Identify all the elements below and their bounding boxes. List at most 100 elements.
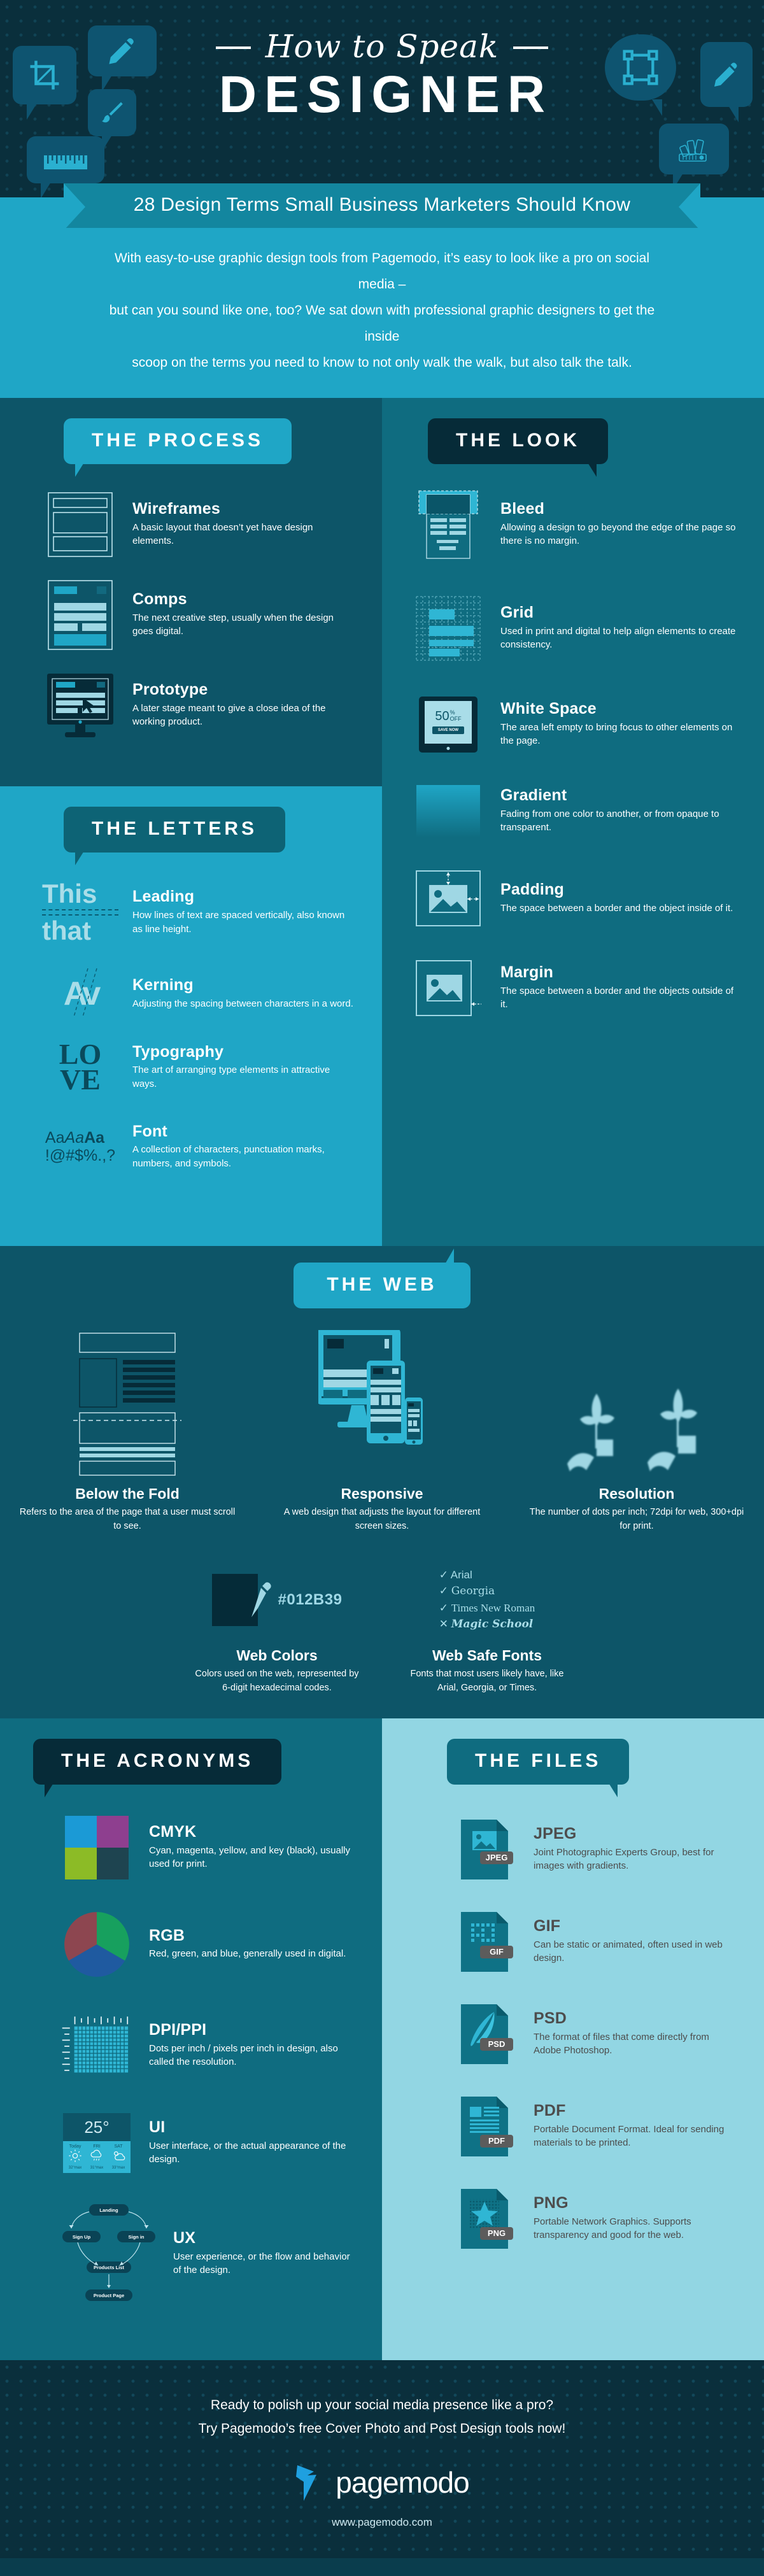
term-desc: Portable Document Format. Ideal for send… (534, 2123, 725, 2149)
infographic-page: How to Speak DESIGNER 28 Design Terms Sm… (0, 0, 764, 2559)
term-desc: Dots per inch / pixels per inch in desig… (149, 2042, 338, 2068)
ruler-icon (27, 136, 104, 197)
tablet-whitespace-icon: 50 % OFF SAVE NOW (413, 696, 484, 753)
file-badge: PSD (488, 2039, 506, 2049)
whitespace-off: OFF (449, 716, 462, 723)
term-desc: Portable Network Graphics. Supports tran… (534, 2216, 691, 2241)
term-text: PNG Portable Network Graphics. Supports … (534, 2195, 739, 2242)
term-name: Leading (132, 888, 195, 906)
font-name: Times New Roman (451, 1601, 535, 1614)
section-files: THE FILES JPEG JPEG Joint Photographic E… (382, 1718, 764, 2360)
footer: Ready to polish up your social media pre… (0, 2360, 764, 2559)
look-term-list: Bleed Allowing a design to go beyond the… (382, 469, 764, 1047)
term-text: Font A collection of characters, punctua… (132, 1122, 357, 1171)
script-title-wrapper: How to Speak (215, 28, 549, 65)
check-icon: ✓ (439, 1585, 448, 1597)
term-row: Grid Used in print and digital to help a… (382, 572, 764, 675)
term-text: Margin The space between a border and th… (500, 964, 739, 1012)
weather-high: 33°max (111, 2165, 125, 2170)
term-row: RGB Red, green, and blue, generally used… (0, 1890, 382, 1989)
kerning-icon: Av (45, 968, 116, 1017)
margin-image-icon (413, 959, 484, 1017)
love-typography-icon: LO VE (45, 1039, 116, 1094)
subtitle-ribbon: 28 Design Terms Small Business Marketers… (64, 183, 700, 230)
cmyk-yellow-swatch (65, 1847, 97, 1879)
title-rule-right (513, 46, 549, 49)
term-row: PDF PDF Portable Document Format. Ideal … (382, 2076, 764, 2169)
web-safe-font-list: ✓ Arial ✓ Georgia ✓ Times New Roman ✕ Ma… (439, 1567, 535, 1633)
term-desc: The art of arranging type elements in at… (132, 1065, 330, 1090)
term-desc: Allowing a design to go beyond the edge … (500, 521, 736, 547)
term-row: Bleed Allowing a design to go beyond the… (382, 477, 764, 572)
term-name: Resolution (598, 1485, 675, 1502)
section-title-acronyms: THE ACRONYMS (61, 1750, 254, 1771)
jpeg-file-icon: JPEG (458, 1818, 517, 1881)
cmyk-key-swatch (97, 1847, 129, 1879)
intro-line-2: but can you sound like one, too? We sat … (109, 302, 655, 344)
file-badge: JPEG (486, 1853, 508, 1862)
term-name: White Space (500, 700, 597, 718)
section-header-web: THE WEB (294, 1248, 470, 1308)
footer-cta-line-1: Ready to polish up your social media pre… (210, 2397, 554, 2412)
font-list-item: ✕ Magic School (439, 1616, 535, 1633)
cmyk-magenta-swatch (97, 1815, 129, 1848)
term-cell: ✓ Arial ✓ Georgia ✓ Times New Roman ✕ Ma… (382, 1562, 592, 1695)
term-row: 50 % OFF SAVE NOW White Space The area l… (382, 675, 764, 763)
section-header-process: THE PROCESS (64, 418, 292, 477)
term-name: Bleed (500, 500, 545, 518)
term-name: GIF (534, 1917, 561, 1936)
check-icon: ✓ (439, 1601, 448, 1614)
section-letters: THE LETTERS This that Leading How lines … (0, 786, 382, 1246)
png-file-icon: PNG (458, 2188, 517, 2250)
weather-widget-icon: 25° Today 32°max FRI 31°max SAT 33°max (61, 2112, 132, 2173)
flow-node-label: Sign Up (73, 2234, 91, 2240)
term-row: 25° Today 32°max FRI 31°max SAT 33°max U… (0, 2091, 382, 2184)
term-row: Gradient Fading from one color to anothe… (382, 763, 764, 848)
term-name: UX (173, 2229, 196, 2247)
color-swatch-fan-icon (659, 124, 729, 190)
term-name: Padding (500, 881, 565, 899)
term-desc: A web design that adjusts the layout for… (283, 1506, 481, 1532)
term-text: Gradient Fading from one color to anothe… (500, 787, 739, 835)
term-row: PSD PSD The format of files that come di… (382, 1984, 764, 2076)
section-header-letters: THE LETTERS (64, 806, 286, 865)
section-header-acronyms: THE ACRONYMS (33, 1738, 282, 1797)
term-row: CMYK Cyan, magenta, yellow, and key (bla… (0, 1805, 382, 1890)
cross-icon: ✕ (439, 1618, 448, 1631)
footer-url[interactable]: www.pagemodo.com (0, 2516, 764, 2529)
term-desc: Fading from one color to another, or fro… (500, 808, 719, 833)
section-web: THE WEB Below the Fold Refers to the are… (0, 1245, 764, 1718)
term-desc: The space between a border and the objec… (500, 985, 734, 1010)
term-name: CMYK (149, 1823, 197, 1841)
term-name: Comps (132, 590, 187, 609)
pdf-file-icon: PDF (458, 2095, 517, 2158)
term-cell: Below the Fold Refers to the area of the… (0, 1330, 255, 1534)
font-name: Georgia (451, 1585, 495, 1598)
section-title-web: THE WEB (327, 1273, 437, 1295)
section-header-files: THE FILES (447, 1738, 630, 1797)
brand-lockup[interactable]: pagemodo (0, 2463, 764, 2502)
flow-node-label: Products List (94, 2265, 124, 2270)
term-desc: Adjusting the spacing between characters… (132, 998, 353, 1009)
acronyms-term-list: CMYK Cyan, magenta, yellow, and key (bla… (0, 1790, 382, 2335)
font-sample-bold: Aa (84, 1128, 105, 1147)
term-text: DPI/PPI Dots per inch / pixels per inch … (149, 2021, 357, 2069)
term-row: LO VE Typography The art of arranging ty… (0, 1024, 382, 1104)
hex-code: #012B39 (278, 1590, 343, 1608)
term-text: PDF Portable Document Format. Ideal for … (534, 2102, 739, 2150)
term-desc: A collection of characters, punctuation … (132, 1144, 325, 1170)
term-desc: The number of dots per inch; 72dpi for w… (529, 1506, 744, 1532)
bleed-page-icon (413, 488, 484, 562)
file-badge: GIF (490, 1947, 504, 1957)
script-title: How to Speak (265, 28, 499, 65)
leading-sample-line2: that (42, 915, 91, 945)
term-text: PSD The format of files that come direct… (534, 2010, 739, 2058)
term-cell: Responsive A web design that adjusts the… (255, 1329, 509, 1534)
term-text: RGB Red, green, and blue, generally used… (149, 1927, 357, 1961)
term-text: Wireframes A basic layout that doesn’t y… (132, 500, 357, 548)
whitespace-offer-number: 50 (435, 709, 449, 724)
rgb-pie-icon (61, 1911, 132, 1978)
term-text: Comps The next creative step, usually wh… (132, 591, 357, 639)
comp-layout-icon (45, 579, 116, 651)
